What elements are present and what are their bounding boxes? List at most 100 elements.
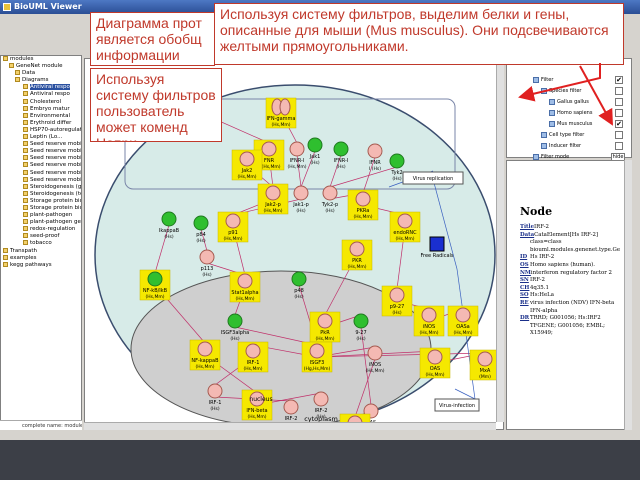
tree-item-label: Diagrams: [22, 77, 49, 84]
diagram-icon: [23, 212, 28, 218]
tree-item[interactable]: redox-regulation: [1, 226, 81, 233]
filter-checkbox[interactable]: [615, 109, 623, 117]
node-property-value: class=class: [530, 239, 562, 246]
filter-panel[interactable]: Filter ✔ Species filter Gallus gallus Homo s…: [506, 58, 632, 161]
tree-item[interactable]: Storage protein biosynthesi: [1, 204, 81, 212]
tree-item-label: redox-regulation: [30, 226, 76, 233]
tree-item[interactable]: Antiviral respo: [1, 84, 81, 91]
node-species-label: (Hs): [230, 336, 239, 342]
tree-item[interactable]: plant-pathogen general: [1, 219, 81, 226]
node-name-label: iNOS: [423, 324, 435, 330]
node-species-label: (Hs,Mm): [288, 164, 307, 170]
tree-item[interactable]: Antiviral respo: [1, 91, 81, 98]
tree-item-label: GeneNet module: [16, 63, 63, 70]
tree-item-label: Seed reserve mobilisation: ot: [30, 176, 81, 183]
tree-item-label: HSP70-autoregulation: [30, 126, 81, 133]
node-species-label: (Hs): [202, 272, 211, 278]
filter-checkbox[interactable]: [615, 98, 623, 106]
tree-item[interactable]: plant-pathogen: [1, 212, 81, 219]
node-properties: TitleIRF-2 DataCataElement[Hs IRF-2] class…: [520, 224, 630, 338]
node-species-label: (Hs): [164, 234, 173, 240]
folder-icon: [15, 77, 20, 83]
node-name-label: ISGF3: [310, 360, 325, 366]
tree-item[interactable]: Erythroid differ: [1, 119, 81, 127]
tree-item[interactable]: Embryo matur: [1, 105, 81, 113]
tree-item[interactable]: Seed reserve mobilisation: c: [1, 141, 81, 148]
node-name-label: PKR: [352, 258, 362, 264]
tree-item[interactable]: Cholesterol: [1, 98, 81, 106]
tree-item[interactable]: Steroidogenesis (glucocortic: [1, 183, 81, 191]
tree-item[interactable]: modules: [1, 56, 81, 63]
node-species-label: (Mm): [479, 374, 491, 380]
tree-item[interactable]: seed-proof: [1, 233, 81, 240]
node-name-label: Jak2-p: [264, 202, 281, 208]
diagram-icon: [23, 84, 28, 90]
module-tree[interactable]: modules GeneNet module Data Diagrams Antivir…: [0, 55, 82, 430]
node-property-row: NMinterferon regulatory factor 2: [520, 270, 630, 278]
diagram-hscroll[interactable]: [84, 422, 496, 430]
tree-item[interactable]: Leptin (Lo...: [1, 134, 81, 141]
protein-node: [283, 399, 299, 415]
node-property-key: SN: [520, 277, 529, 284]
node-property-key: NM: [520, 269, 531, 276]
tree-item[interactable]: Storage protein biosynthesis: [1, 197, 81, 205]
filter-node-icon: [541, 88, 547, 94]
tree-item[interactable]: GeneNet module: [1, 63, 81, 70]
tree-item[interactable]: Environmental: [1, 112, 81, 120]
tree-item[interactable]: Data: [1, 70, 81, 77]
node-name-label: IFNR: [369, 160, 381, 166]
node-species-label: (Hs): [196, 238, 205, 244]
diagram-icon: [23, 219, 28, 225]
tree-item[interactable]: Transpath: [1, 247, 81, 255]
tree-item[interactable]: Steroidogenesis (testostero: [1, 190, 81, 198]
gene-node: [147, 271, 163, 287]
tree-item[interactable]: tobacco: [1, 240, 81, 247]
tree-item[interactable]: Seed reserve mobilisation: ga: [1, 162, 81, 169]
node-property-key: DR: [520, 315, 530, 322]
filter-checkbox[interactable]: [615, 87, 623, 95]
node-property-value: IRF-2: [534, 224, 549, 230]
node-property-value: IRF-2: [530, 277, 545, 284]
node-vscroll[interactable]: [624, 160, 632, 430]
node-property-value: 4q35.1: [530, 284, 549, 291]
tree-item[interactable]: Seed reserve mobilisation: sp: [1, 148, 81, 155]
tree-item[interactable]: Seed reserve mobilisation: ot: [1, 176, 81, 184]
node-name-label: IFN-beta: [246, 408, 267, 414]
nucleus-label: nucleus: [249, 396, 272, 403]
filter-checkbox[interactable]: [615, 131, 623, 139]
filter-item: Filter: [541, 77, 554, 83]
node-property-value: IFN-alpha: [530, 307, 558, 314]
filter-checkbox[interactable]: ✔: [615, 76, 623, 84]
node-name-label: p113: [201, 266, 214, 272]
tree-item[interactable]: HSP70-autoregulation: [1, 126, 81, 134]
diagram-icon: [23, 126, 28, 132]
filter-checkbox[interactable]: ✔: [615, 120, 623, 128]
tree-item-label: Seed reserve mobilisation: th: [30, 169, 81, 176]
diagram-icon: [23, 169, 28, 175]
protein-node: [367, 345, 383, 361]
node-property-row: TFGENE; G001056; EMBL;: [520, 323, 630, 331]
diagram-vscroll[interactable]: [496, 58, 504, 422]
node-name-label: Stat1alpha: [231, 290, 258, 296]
app-icon: [3, 3, 11, 11]
filter-node-icon: [541, 143, 547, 149]
node-species-label: (Hs,Mm): [348, 264, 367, 270]
node-name-label: IRF-1: [209, 400, 222, 406]
protein-node: [261, 141, 277, 157]
filter-checkbox[interactable]: [615, 142, 623, 150]
tree-item[interactable]: Diagrams: [1, 77, 81, 84]
tree-item[interactable]: examples: [1, 254, 81, 262]
gene-node: [291, 271, 307, 287]
diagram-icon: [23, 204, 28, 210]
tree-item-label: Seed reserve mobilisation: c: [30, 141, 81, 148]
tree-item[interactable]: Seed reserve mobilisation: ab: [1, 155, 81, 162]
filter-item: Homo sapiens: [557, 110, 593, 116]
tree-item-label: plant-pathogen: [30, 212, 73, 219]
node-property-value: Hs IRF-2: [530, 254, 555, 261]
protein-node: [455, 307, 471, 323]
protein-node: [279, 98, 291, 116]
tree-item[interactable]: kegg pathways: [1, 261, 81, 269]
tree-item-label: Cholesterol: [30, 98, 62, 105]
tree-item-label: Storage protein biosynthesis: [30, 197, 81, 204]
tree-item[interactable]: Seed reserve mobilisation: th: [1, 169, 81, 177]
